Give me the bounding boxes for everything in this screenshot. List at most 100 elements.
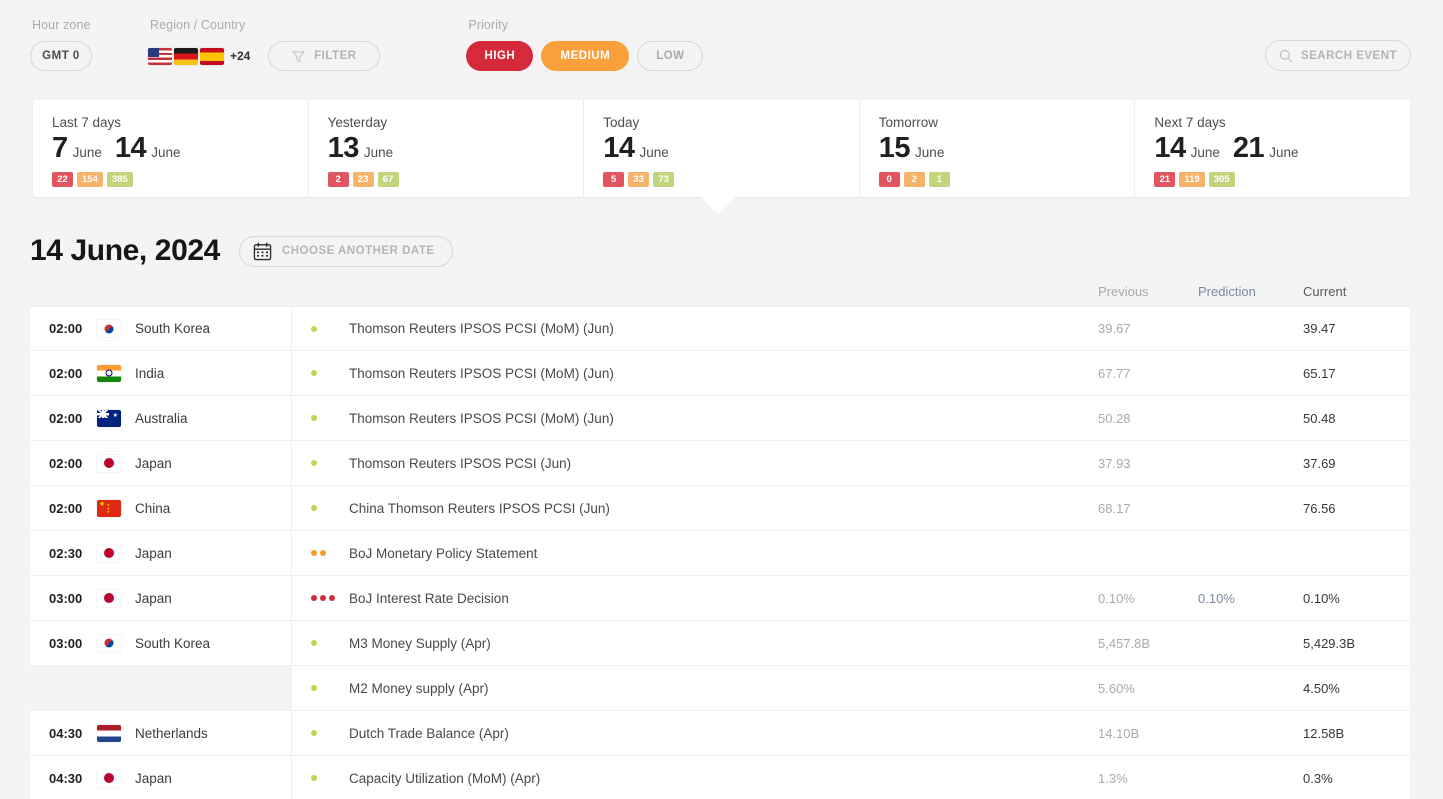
country-flag bbox=[97, 409, 135, 427]
search-event-button[interactable]: SEARCH EVENT bbox=[1265, 40, 1411, 71]
hour-zone-group: Hour zone GMT 0 bbox=[30, 18, 92, 71]
priority-dot bbox=[329, 595, 335, 601]
row-time-country: 04:30 Japan bbox=[30, 756, 292, 799]
priority-dot bbox=[311, 550, 317, 556]
table-row[interactable]: 02:00 Australia Thomson Reuters IPSOS PC… bbox=[30, 396, 1410, 441]
table-row[interactable]: 02:30 Japan BoJ Monetary Policy Statemen… bbox=[30, 531, 1410, 576]
event-priority-dots bbox=[311, 595, 349, 601]
badge-low-count: 73 bbox=[653, 172, 675, 187]
search-icon bbox=[1279, 49, 1293, 62]
table-row[interactable]: 02:00 Japan Thomson Reuters IPSOS PCSI (… bbox=[30, 441, 1410, 486]
priority-medium-button[interactable]: MEDIUM bbox=[541, 41, 630, 71]
event-name: Thomson Reuters IPSOS PCSI (Jun) bbox=[349, 455, 572, 471]
event-time: 02:00 bbox=[49, 365, 83, 381]
event-name: Dutch Trade Balance (Apr) bbox=[349, 725, 509, 741]
event-time: 02:30 bbox=[49, 545, 83, 561]
date-card-badges: 21 119 305 bbox=[1154, 172, 1410, 187]
country-name: China bbox=[135, 500, 171, 516]
value-current: 4.50% bbox=[1303, 680, 1340, 696]
row-event-values: Thomson Reuters IPSOS PCSI (Jun) 37.93 3… bbox=[292, 441, 1410, 485]
badge-medium-count: 2 bbox=[903, 172, 925, 187]
jp-flag-icon bbox=[97, 454, 121, 472]
date-card[interactable]: Today 14 June 5 33 73 bbox=[584, 100, 860, 197]
value-previous: 39.67 bbox=[1098, 321, 1131, 336]
choose-another-date-button[interactable]: CHOOSE ANOTHER DATE bbox=[238, 235, 453, 267]
table-row[interactable]: M2 Money supply (Apr) 5.60% 4.50% bbox=[30, 666, 1410, 711]
choose-another-date-label: CHOOSE ANOTHER DATE bbox=[281, 245, 435, 257]
priority-dot bbox=[311, 685, 317, 691]
value-current: 0.3% bbox=[1303, 770, 1333, 786]
page-title: 14 June, 2024 bbox=[30, 234, 220, 267]
event-name: Capacity Utilization (MoM) (Apr) bbox=[349, 770, 541, 786]
event-priority-dots bbox=[311, 460, 349, 466]
event-priority-dots bbox=[311, 685, 349, 691]
value-previous: 1.3% bbox=[1098, 770, 1128, 786]
kr-flag-icon bbox=[97, 634, 121, 652]
us-flag-icon bbox=[148, 47, 172, 65]
table-row[interactable]: 04:30 Netherlands Dutch Trade Balance (A… bbox=[30, 711, 1410, 756]
date-card[interactable]: Tomorrow 15 June 0 2 1 bbox=[860, 100, 1136, 197]
badge-high-count: 0 bbox=[878, 172, 900, 187]
date-card[interactable]: Last 7 days 7 June 14 June 22 154 385 bbox=[33, 100, 309, 197]
event-time: 04:30 bbox=[49, 725, 83, 741]
row-event-values: Thomson Reuters IPSOS PCSI (MoM) (Jun) 5… bbox=[292, 396, 1410, 440]
event-name: M2 Money supply (Apr) bbox=[349, 680, 489, 696]
event-time: 02:00 bbox=[49, 455, 83, 471]
germany-flag-icon bbox=[174, 47, 198, 65]
date-card[interactable]: Yesterday 13 June 2 23 67 bbox=[309, 100, 585, 197]
filter-button[interactable]: FILTER bbox=[268, 41, 381, 71]
selected-flags[interactable]: +24 bbox=[148, 41, 250, 71]
value-current: 12.58B bbox=[1303, 725, 1345, 741]
badge-low-count: 385 bbox=[106, 172, 133, 187]
country-name: Japan bbox=[135, 545, 172, 561]
country-flag bbox=[97, 364, 135, 382]
badge-low-count: 305 bbox=[1208, 172, 1235, 187]
priority-low-button[interactable]: LOW bbox=[637, 41, 704, 71]
table-row[interactable]: 02:00 China China Thomson Reuters IPSOS … bbox=[30, 486, 1410, 531]
event-priority-dots bbox=[311, 775, 349, 781]
filter-label: FILTER bbox=[314, 50, 357, 62]
priority-high-button[interactable]: HIGH bbox=[466, 41, 534, 71]
country-name: Japan bbox=[135, 455, 172, 471]
hour-zone-button[interactable]: GMT 0 bbox=[30, 41, 92, 71]
event-values: 68.17 76.56 bbox=[1098, 501, 1410, 516]
badge-high-count: 2 bbox=[327, 172, 349, 187]
date-card-month2: June bbox=[1269, 145, 1299, 160]
table-row[interactable]: 03:00 South Korea M3 Money Supply (Apr) … bbox=[30, 621, 1410, 666]
country-flag bbox=[97, 724, 135, 742]
country-name: India bbox=[135, 365, 165, 381]
badge-low-count: 1 bbox=[928, 172, 950, 187]
country-name: Netherlands bbox=[135, 725, 208, 741]
in-flag-icon bbox=[97, 364, 121, 382]
event-values: 37.93 37.69 bbox=[1098, 456, 1410, 471]
table-row[interactable]: 02:00 India Thomson Reuters IPSOS PCSI (… bbox=[30, 351, 1410, 396]
date-card[interactable]: Next 7 days 14 June 21 June 21 119 305 bbox=[1135, 100, 1410, 197]
event-values: 14.10B 12.58B bbox=[1098, 726, 1410, 741]
jp-flag-icon bbox=[97, 544, 121, 562]
hour-zone-label: Hour zone bbox=[32, 18, 91, 32]
row-event-values: Thomson Reuters IPSOS PCSI (MoM) (Jun) 3… bbox=[292, 307, 1410, 350]
value-current: 76.56 bbox=[1303, 500, 1336, 516]
priority-label: Priority bbox=[468, 18, 509, 32]
priority-dot bbox=[320, 550, 326, 556]
event-values: 5.60% 4.50% bbox=[1098, 681, 1410, 696]
event-priority-dots bbox=[311, 550, 349, 556]
priority-dot bbox=[311, 325, 317, 332]
today-card-pointer bbox=[701, 197, 735, 214]
table-row[interactable]: 02:00 South Korea Thomson Reuters IPSOS … bbox=[30, 306, 1410, 351]
country-flag bbox=[97, 589, 135, 607]
table-row[interactable]: 04:30 Japan Capacity Utilization (MoM) (… bbox=[30, 756, 1410, 799]
filter-icon bbox=[292, 50, 305, 62]
event-time: 02:00 bbox=[49, 321, 83, 336]
value-previous: 67.77 bbox=[1098, 365, 1131, 381]
event-name: BoJ Monetary Policy Statement bbox=[349, 545, 538, 561]
row-event-values: M2 Money supply (Apr) 5.60% 4.50% bbox=[292, 666, 1410, 710]
more-countries-count: +24 bbox=[230, 49, 251, 63]
country-name: South Korea bbox=[135, 635, 211, 651]
event-time: 03:00 bbox=[49, 590, 83, 606]
date-card-month1: June bbox=[1190, 145, 1220, 160]
date-card-title: Tomorrow bbox=[878, 115, 939, 130]
table-row[interactable]: 03:00 Japan BoJ Interest Rate Decision 0… bbox=[30, 576, 1410, 621]
row-event-values: M3 Money Supply (Apr) 5,457.8B 5,429.3B bbox=[292, 621, 1410, 665]
calendar-icon bbox=[253, 242, 272, 260]
